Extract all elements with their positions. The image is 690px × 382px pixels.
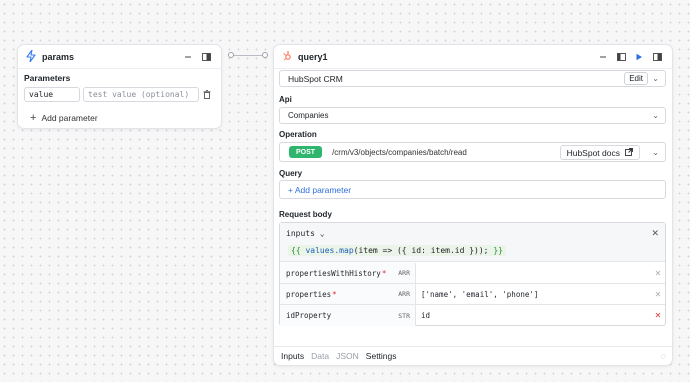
body-field-value[interactable]: id bbox=[416, 305, 651, 326]
field-key-label: idProperty bbox=[286, 311, 332, 320]
trash-icon[interactable] bbox=[203, 90, 211, 101]
inputs-field[interactable]: inputs ⌄ ✕ {{ values.map(item => ({ id: … bbox=[280, 223, 665, 262]
external-link-icon bbox=[625, 147, 633, 158]
operation-label: Operation bbox=[279, 130, 317, 139]
body-field-row: idProperty STR id ✕ bbox=[280, 305, 665, 326]
inputs-expression[interactable]: {{ values.map(item => ({ id: item.id }))… bbox=[288, 245, 506, 256]
output-handle[interactable] bbox=[228, 52, 234, 58]
integration-value: HubSpot CRM bbox=[288, 73, 343, 84]
param-value-input[interactable]: test value (optional) bbox=[83, 87, 199, 102]
chevron-down-icon[interactable]: ⌄ bbox=[652, 74, 659, 83]
minimize-icon[interactable] bbox=[181, 50, 195, 64]
request-body-editor: inputs ⌄ ✕ {{ values.map(item => ({ id: … bbox=[279, 222, 666, 326]
expr-body: (item => ({ id: item.id })); bbox=[353, 246, 489, 255]
run-icon[interactable] bbox=[632, 50, 646, 64]
chevron-down-icon[interactable]: ⌄ bbox=[652, 148, 659, 157]
field-key-label: propertiesWithHistory bbox=[286, 268, 381, 278]
query-node-card[interactable]: query1 HubSpot CRM Edit ⌄ Api Companies … bbox=[273, 44, 673, 366]
expr-close-brace: }} bbox=[493, 246, 503, 255]
body-field-key: idProperty STR bbox=[280, 305, 416, 326]
inputs-key-label: inputs bbox=[286, 229, 315, 238]
edit-integration-button[interactable]: Edit bbox=[624, 72, 648, 85]
node-connector-edge bbox=[232, 55, 264, 56]
expr-function: values.map bbox=[305, 246, 354, 255]
integration-select[interactable]: HubSpot CRM Edit ⌄ bbox=[279, 70, 666, 87]
body-field-row: properties * ARR ['name', 'email', 'phone… bbox=[280, 284, 665, 305]
minimize-icon[interactable] bbox=[596, 50, 610, 64]
field-key-label: properties bbox=[286, 289, 332, 299]
parameters-label: Parameters bbox=[24, 73, 71, 83]
add-parameter-button[interactable]: + Add parameter bbox=[30, 112, 98, 124]
clear-icon[interactable]: ✕ bbox=[651, 269, 665, 278]
params-node-card[interactable]: params Parameters value test value (opti… bbox=[17, 44, 222, 129]
tab-data[interactable]: Data bbox=[311, 351, 329, 361]
input-handle[interactable] bbox=[262, 52, 268, 58]
hubspot-docs-button[interactable]: HubSpot docs bbox=[559, 145, 640, 160]
tab-inputs[interactable]: Inputs bbox=[281, 351, 304, 361]
tab-json[interactable]: JSON bbox=[336, 351, 359, 361]
loading-spinner-icon: ◌ bbox=[660, 351, 666, 361]
body-field-row: propertiesWithHistory * ARR ✕ bbox=[280, 263, 665, 284]
query-node-title: query1 bbox=[298, 51, 328, 62]
query-label: Query bbox=[279, 169, 303, 178]
expr-open-brace: {{ bbox=[291, 246, 301, 255]
api-value: Companies bbox=[288, 111, 329, 120]
inputs-key[interactable]: inputs ⌄ bbox=[286, 229, 325, 238]
required-marker: * bbox=[381, 268, 387, 278]
panel-toggle-icon[interactable] bbox=[650, 50, 664, 64]
lightning-icon bbox=[26, 48, 36, 64]
close-icon[interactable]: ✕ bbox=[651, 228, 659, 239]
operation-path: /crm/v3/objects/companies/batch/read bbox=[332, 147, 467, 157]
param-name-input[interactable]: value bbox=[24, 87, 80, 102]
plus-icon: + bbox=[30, 112, 37, 124]
body-field-key: properties * ARR bbox=[280, 284, 416, 304]
body-field-value[interactable] bbox=[416, 263, 651, 283]
required-marker: * bbox=[332, 289, 337, 299]
tab-settings[interactable]: Settings bbox=[366, 351, 397, 361]
chevron-down-icon[interactable]: ⌄ bbox=[315, 229, 325, 238]
request-body-label: Request body bbox=[279, 210, 332, 219]
panel-toggle-icon[interactable] bbox=[199, 50, 213, 64]
docs-label: HubSpot docs bbox=[566, 147, 620, 158]
body-field-key: propertiesWithHistory * ARR bbox=[280, 263, 416, 283]
api-select[interactable]: Companies ⌄ bbox=[279, 107, 666, 124]
params-node-title: params bbox=[42, 51, 75, 62]
api-label: Api bbox=[279, 95, 292, 104]
panel-toggle-icon[interactable] bbox=[614, 50, 628, 64]
operation-select[interactable]: POST /crm/v3/objects/companies/batch/rea… bbox=[279, 142, 666, 162]
add-parameter-label: Add parameter bbox=[41, 113, 98, 123]
query-node-header[interactable]: query1 bbox=[274, 45, 672, 69]
chevron-down-icon[interactable]: ⌄ bbox=[652, 111, 659, 120]
node-tabs: Inputs Data JSON Settings ◌ bbox=[274, 346, 672, 365]
clear-icon[interactable]: ✕ bbox=[651, 290, 665, 299]
field-type: ARR bbox=[398, 290, 410, 298]
method-badge: POST bbox=[289, 146, 323, 158]
hubspot-icon bbox=[282, 50, 292, 63]
params-node-header[interactable]: params bbox=[18, 45, 221, 69]
field-type: ARR bbox=[398, 269, 410, 277]
field-type: STR bbox=[398, 311, 410, 320]
add-query-parameter-button[interactable]: + Add parameter bbox=[279, 180, 666, 199]
body-field-value[interactable]: ['name', 'email', 'phone'] bbox=[416, 284, 651, 304]
remove-field-icon[interactable]: ✕ bbox=[651, 311, 665, 320]
